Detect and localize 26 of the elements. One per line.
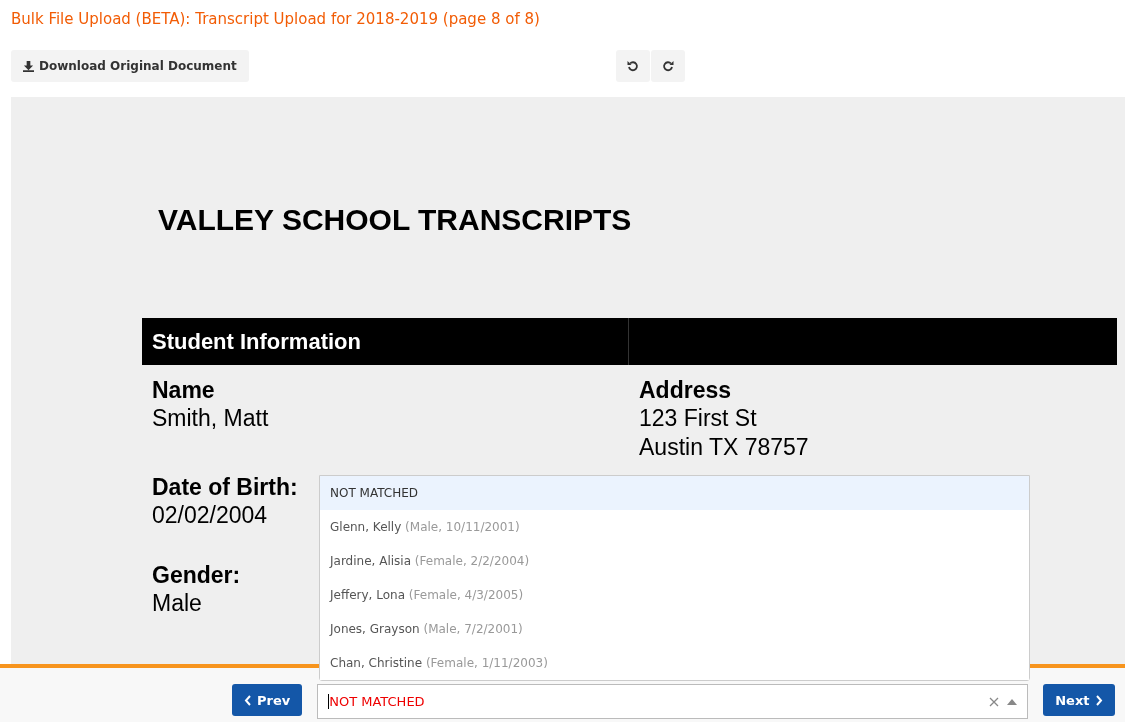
- download-button[interactable]: Download Original Document: [11, 50, 249, 82]
- rotate-right-button[interactable]: [651, 50, 685, 82]
- field-value: Smith, Matt: [152, 404, 269, 433]
- rotate-right-icon: [662, 60, 674, 72]
- chevron-right-icon: [1094, 694, 1103, 706]
- field-label: Gender:: [152, 562, 241, 589]
- download-icon: [23, 60, 34, 72]
- field-value: Austin TX 78757: [639, 433, 809, 462]
- rotate-left-icon: [627, 60, 639, 72]
- field-value: 02/02/2004: [152, 501, 268, 530]
- field-label: Address: [639, 377, 732, 404]
- dropdown-option[interactable]: NOT MATCHED: [320, 476, 1029, 510]
- field-label: Date of Birth:: [152, 474, 298, 501]
- field-label: Name: [152, 377, 215, 404]
- chevron-left-icon: [244, 694, 252, 706]
- clear-icon: [989, 696, 1000, 707]
- section-title: Student Information: [142, 318, 629, 365]
- student-select[interactable]: NOT MATCHED: [317, 684, 1029, 719]
- page-title: Bulk File Upload (BETA): Transcript Upload for 2018-2019 (page 8 of 8): [10, 9, 541, 30]
- field-value: 123 First St: [639, 404, 757, 433]
- prev-button[interactable]: Prev: [232, 684, 303, 716]
- rotate-left-button[interactable]: [616, 50, 650, 82]
- document-heading: VALLEY SCHOOL TRANSCRIPTS: [158, 203, 633, 238]
- caret-icon: [1007, 698, 1018, 705]
- next-button[interactable]: Next: [1043, 684, 1115, 716]
- field-value: Male: [152, 589, 202, 618]
